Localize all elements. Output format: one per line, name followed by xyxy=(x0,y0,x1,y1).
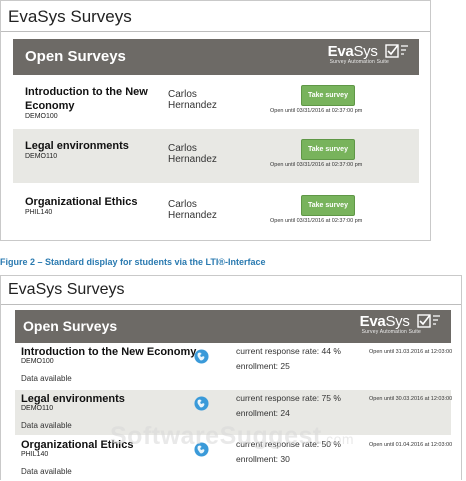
logo-tagline: Survey Automation Suite xyxy=(329,59,389,65)
open-until-text: Open until 30.03.2016 at 12:03:00 xyxy=(369,396,453,402)
evasys-logo: EvaSys Survey Automation Suite xyxy=(360,313,441,335)
data-status: Data available xyxy=(21,467,72,476)
teacher-name: Carlos Hernandez xyxy=(168,143,217,165)
course-code: DEMO110 xyxy=(25,153,58,160)
teacher-name: Carlos Hernandez xyxy=(168,89,217,111)
course-code: PHIL140 xyxy=(21,451,49,458)
figure-caption: Figure 2 – Standard display for students… xyxy=(0,257,266,267)
open-until-text: Open until 03/31/2016 at 02:37:00 pm xyxy=(270,162,363,168)
data-status: Data available xyxy=(21,421,72,430)
title-divider xyxy=(1,31,430,32)
globe-icon[interactable] xyxy=(194,349,209,364)
enrollment-count: enrollment: 24 xyxy=(236,408,290,418)
student-view-screenshot: EvaSys Surveys Open Surveys EvaSys Surve… xyxy=(0,0,431,241)
app-title: EvaSys Surveys xyxy=(8,281,125,298)
response-rate: current response rate: 75 % xyxy=(236,393,341,403)
checkbox-icon xyxy=(385,44,408,58)
course-code: DEMO110 xyxy=(21,405,54,412)
open-until-text: Open until 03/31/2016 at 02:37:00 pm xyxy=(270,218,363,224)
checkbox-icon xyxy=(417,314,440,328)
logo-tagline: Survey Automation Suite xyxy=(361,329,421,335)
course-name: Introduction to the New Economy xyxy=(25,86,148,112)
logo-word: EvaSys xyxy=(327,43,378,60)
take-survey-button[interactable]: Take survey xyxy=(301,85,355,106)
open-until-text: Open until 03/31/2016 at 02:37:00 pm xyxy=(270,108,363,114)
instructor-view-screenshot: EvaSys Surveys Open Surveys EvaSys Surve… xyxy=(0,275,462,481)
take-survey-button[interactable]: Take survey xyxy=(301,195,355,216)
survey-row: Organizational Ethics PHIL140 Carlos Her… xyxy=(13,185,419,239)
watermark: SoftwareSuggest.com xyxy=(110,422,355,450)
course-name: Organizational Ethics xyxy=(25,196,138,208)
take-survey-button[interactable]: Take survey xyxy=(301,139,355,160)
title-divider xyxy=(1,304,461,305)
survey-row: Introduction to the New Economy DEMO100 … xyxy=(13,75,419,129)
course-code: DEMO100 xyxy=(21,358,54,365)
course-name: Introduction to the New Economy xyxy=(21,346,197,358)
app-title: EvaSys Surveys xyxy=(8,7,132,26)
logo-word: EvaSys xyxy=(359,313,410,330)
enrollment-count: enrollment: 30 xyxy=(236,454,290,464)
teacher-name: Carlos Hernandez xyxy=(168,199,217,221)
course-name: Legal environments xyxy=(25,140,129,152)
open-until-text: Open until 31.03.2016 at 12:03:00 xyxy=(369,349,453,355)
enrollment-count: enrollment: 25 xyxy=(236,361,290,371)
response-rate: current response rate: 44 % xyxy=(236,346,341,356)
open-surveys-panel: Open Surveys EvaSys Survey Automation Su… xyxy=(15,310,453,481)
course-code: PHIL140 xyxy=(25,209,53,216)
course-name: Legal environments xyxy=(21,393,125,405)
course-code: DEMO100 xyxy=(25,113,58,120)
panel-header: Open Surveys EvaSys Survey Automation Su… xyxy=(13,39,419,75)
data-status: Data available xyxy=(21,374,72,383)
open-until-text: Open until 01.04.2016 at 12:03:00 xyxy=(369,442,453,448)
survey-row: Introduction to the New Economy DEMO100 … xyxy=(15,343,453,388)
globe-icon[interactable] xyxy=(194,396,209,411)
evasys-logo: EvaSys Survey Automation Suite xyxy=(328,43,409,65)
panel-title: Open Surveys xyxy=(23,318,118,334)
panel-header: Open Surveys EvaSys Survey Automation Su… xyxy=(15,310,451,343)
panel-title: Open Surveys xyxy=(25,48,126,65)
survey-row: Legal environments DEMO110 Carlos Hernan… xyxy=(13,129,419,183)
open-surveys-panel: Open Surveys EvaSys Survey Automation Su… xyxy=(13,39,419,239)
